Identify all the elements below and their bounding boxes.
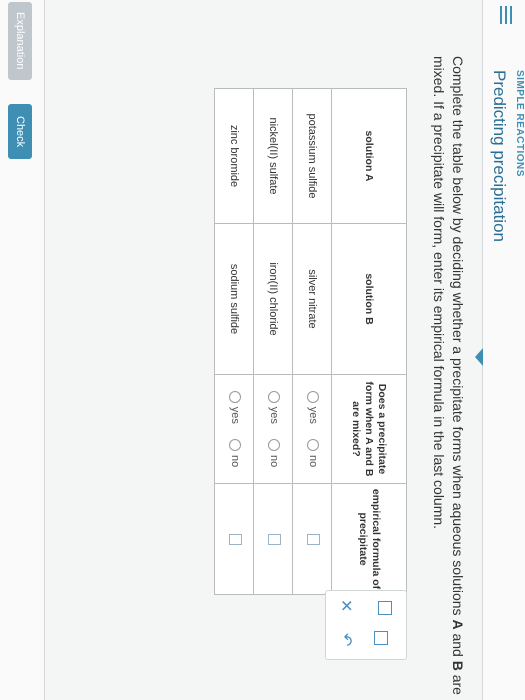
no-label: no xyxy=(307,454,320,468)
check-button[interactable]: Check xyxy=(8,104,32,160)
col-header-precipitate-forms: Does a precipitate form when A and B are… xyxy=(331,374,407,484)
radio-icon[interactable] xyxy=(268,390,281,403)
question-bold-a: A xyxy=(450,619,466,630)
yes-radio-option[interactable]: yes xyxy=(229,390,242,424)
radio-icon[interactable] xyxy=(229,390,242,403)
table-row: zinc bromide sodium sulfide yes no xyxy=(214,88,254,595)
precipitate-choice-cell: yes no xyxy=(292,374,332,484)
yes-label: yes xyxy=(268,406,281,424)
formula-cell xyxy=(292,483,332,595)
solution-b-cell: iron(II) chloride xyxy=(253,223,293,375)
radio-icon[interactable] xyxy=(268,438,281,451)
col-header-solution-a: solution A xyxy=(331,88,407,224)
col-header-empirical-formula: empirical formula of precipitate xyxy=(331,483,407,595)
hamburger-menu-icon[interactable] xyxy=(499,6,515,24)
formula-input[interactable] xyxy=(268,533,281,545)
question-text: Complete the table below by deciding whe… xyxy=(429,56,467,696)
precipitation-table: solution A solution B Does a precipitate… xyxy=(214,88,407,595)
radio-icon[interactable] xyxy=(307,438,320,451)
solution-a-cell: nickel(II) sulfate xyxy=(253,88,293,224)
explanation-button[interactable]: Explanation xyxy=(8,2,32,80)
no-radio-option[interactable]: no xyxy=(268,438,281,468)
table-header-row: solution A solution B Does a precipitate… xyxy=(331,88,407,595)
superscript-icon[interactable] xyxy=(378,601,392,615)
question-part: and xyxy=(450,629,466,661)
no-label: no xyxy=(229,454,242,468)
topic-label: SIMPLE REACTIONS xyxy=(514,70,525,177)
formula-cell xyxy=(253,483,293,595)
no-radio-option[interactable]: no xyxy=(307,438,320,468)
table-row: nickel(II) sulfate iron(II) chloride yes… xyxy=(253,88,293,595)
radio-icon[interactable] xyxy=(229,438,242,451)
app-screen: SIMPLE REACTIONS Predicting precipitatio… xyxy=(0,0,525,700)
solution-a-cell: potassium sulfide xyxy=(292,88,332,224)
x-icon[interactable]: ✕ xyxy=(336,599,356,612)
question-part: Complete the table below by deciding whe… xyxy=(450,56,466,620)
subscript-icon[interactable] xyxy=(374,631,388,645)
precipitate-choice-cell: yes no xyxy=(214,374,254,484)
formula-input[interactable] xyxy=(307,533,320,545)
yes-label: yes xyxy=(307,406,320,424)
table-row: potassium sulfide silver nitrate yes no xyxy=(292,88,332,595)
header-bar: SIMPLE REACTIONS Predicting precipitatio… xyxy=(482,0,525,700)
yes-radio-option[interactable]: yes xyxy=(307,390,320,424)
no-label: no xyxy=(268,454,281,468)
yes-radio-option[interactable]: yes xyxy=(268,390,281,424)
collapse-chevron-icon[interactable] xyxy=(475,348,483,366)
formula-input[interactable] xyxy=(229,533,242,545)
solution-b-cell: silver nitrate xyxy=(292,223,332,375)
col-header-solution-b: solution B xyxy=(331,223,407,375)
solution-b-cell: sodium sulfide xyxy=(214,223,254,375)
question-bold-b: B xyxy=(450,660,466,671)
precipitate-choice-cell: yes no xyxy=(253,374,293,484)
page-title: Predicting precipitation xyxy=(490,70,509,242)
solution-a-cell: zinc bromide xyxy=(214,88,254,224)
formula-cell xyxy=(214,483,254,595)
formula-tools-panel: ✕ ↶ xyxy=(325,590,407,660)
no-radio-option[interactable]: no xyxy=(229,438,242,468)
footer-bar: Explanation Check xyxy=(0,0,45,700)
yes-label: yes xyxy=(229,406,242,424)
undo-icon[interactable]: ↶ xyxy=(336,633,356,646)
radio-icon[interactable] xyxy=(307,390,320,403)
